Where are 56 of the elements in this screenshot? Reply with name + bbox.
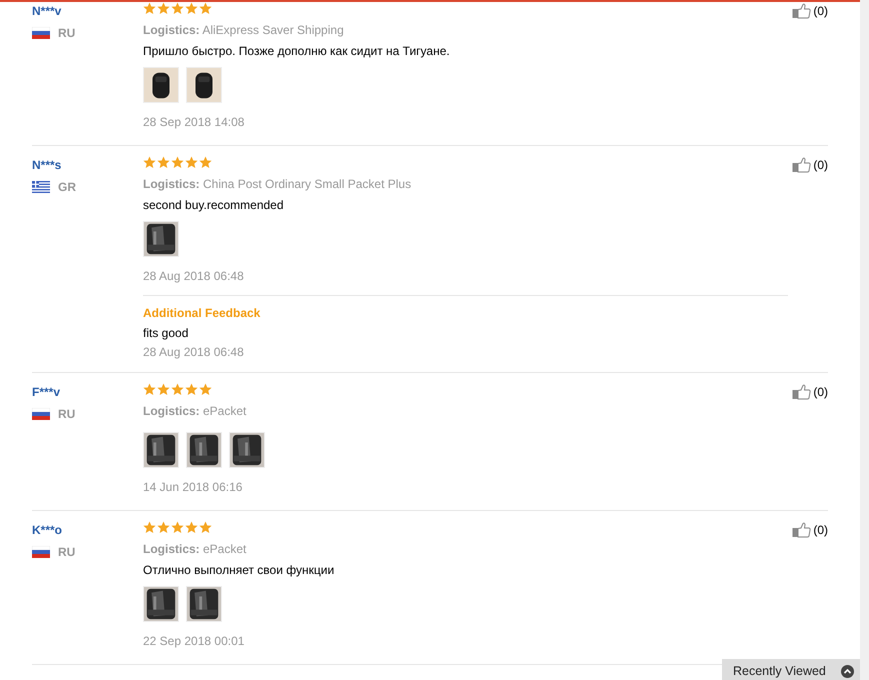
review-date: 14 Jun 2018 06:16: [143, 479, 244, 496]
star-icon: [199, 2, 212, 15]
star-icon: [157, 2, 170, 15]
recently-viewed-tab[interactable]: Recently Viewed: [722, 659, 860, 680]
reviewer-name[interactable]: F***v: [32, 384, 60, 400]
review-date: 28 Aug 2018 06:48: [143, 344, 245, 360]
flag-icon: [32, 408, 50, 420]
star-icon: [185, 156, 198, 169]
star-icon: [199, 383, 212, 396]
star-icon: [185, 383, 198, 396]
thumbs-up-icon: [792, 384, 812, 400]
star-icon: [171, 521, 184, 534]
flag-icon: [32, 546, 50, 558]
thumbs-up-icon: [792, 3, 812, 19]
like-button[interactable]: (0): [792, 383, 828, 401]
review-text: fits good: [143, 325, 190, 342]
reviewer-name[interactable]: N***v: [32, 3, 62, 19]
logistics-info: Logistics: China Post Ordinary Small Packet Plus: [143, 176, 412, 193]
thumbs-up-icon: [792, 157, 812, 173]
country-code: RU: [58, 25, 76, 42]
like-button[interactable]: (0): [792, 156, 828, 174]
review-text: second buy.recommended: [143, 197, 285, 214]
star-icon: [199, 156, 212, 169]
star-icon: [199, 521, 212, 534]
star-icon: [143, 383, 156, 396]
country-code: GR: [58, 179, 76, 196]
country-code: RU: [58, 544, 76, 561]
star-icon: [171, 2, 184, 15]
star-icon: [185, 2, 198, 15]
star-icon: [171, 156, 184, 169]
star-icon: [171, 383, 184, 396]
review-date: 28 Aug 2018 06:48: [143, 268, 245, 285]
reviewer-name[interactable]: N***s: [32, 157, 62, 173]
flag-icon: [32, 27, 50, 39]
logistics-info: Logistics: ePacket: [143, 403, 248, 420]
review-date: 28 Sep 2018 14:08: [143, 114, 246, 131]
logistics-info: Logistics: ePacket: [143, 541, 248, 558]
additional-feedback-title: Additional Feedback: [143, 305, 260, 322]
logistics-info: Logistics: AliExpress Saver Shipping: [143, 22, 345, 39]
like-button[interactable]: (0): [792, 521, 828, 539]
star-icon: [185, 521, 198, 534]
review-date: 22 Sep 2018 00:01: [143, 633, 246, 650]
review-text: Пришло быстро. Позже дополню как сидит на Тигуане.: [143, 43, 451, 60]
chevron-icon: [841, 664, 854, 678]
country-code: RU: [58, 406, 76, 423]
flag-icon: [32, 181, 50, 193]
star-icon: [143, 156, 156, 169]
star-icon: [157, 521, 170, 534]
reviewer-name[interactable]: K***o: [32, 522, 62, 538]
star-icon: [143, 2, 156, 15]
star-icon: [157, 156, 170, 169]
like-button[interactable]: (0): [792, 2, 828, 20]
star-icon: [157, 383, 170, 396]
thumbs-up-icon: [792, 522, 812, 538]
review-text: Отлично выполняет свои функции: [143, 562, 336, 579]
star-icon: [143, 521, 156, 534]
